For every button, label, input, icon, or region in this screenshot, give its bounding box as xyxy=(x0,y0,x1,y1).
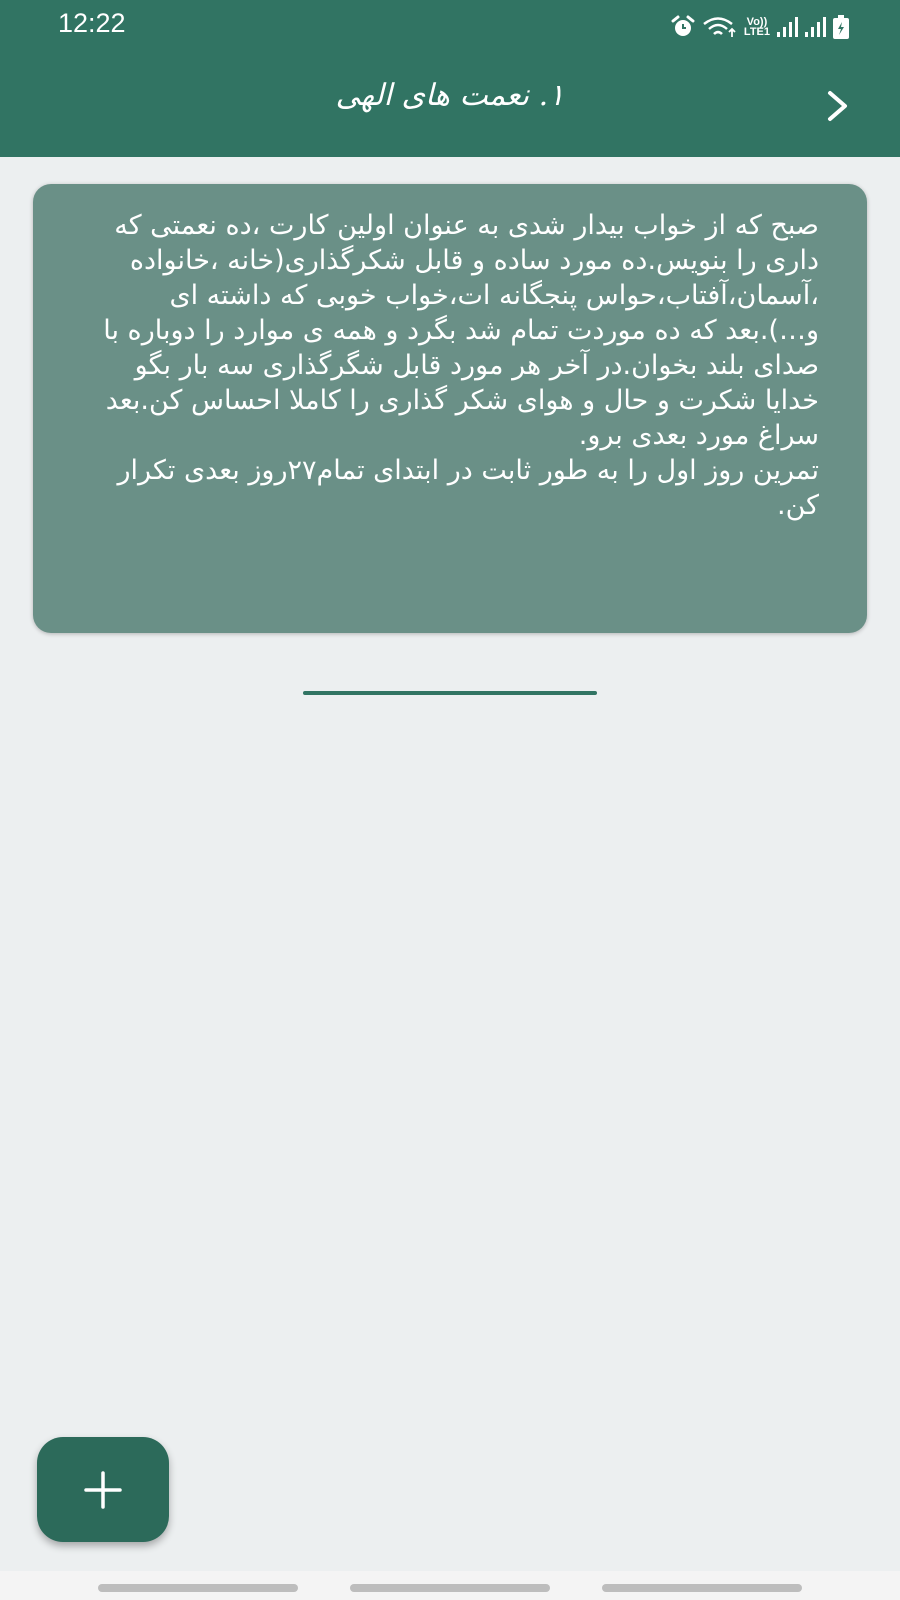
back-button[interactable] xyxy=(816,84,860,128)
plus-icon xyxy=(84,1470,122,1509)
divider xyxy=(303,691,597,695)
add-button[interactable] xyxy=(37,1437,169,1542)
status-time: 12:22 xyxy=(58,8,126,38)
nav-back-button[interactable] xyxy=(602,1584,802,1592)
instruction-text: صبح که از خواب بیدار شدی به عنوان اولین … xyxy=(103,210,819,521)
app-header: 12:22 Vo)) LTE1 ۱. نعمت های الهی xyxy=(0,0,900,157)
instruction-card: صبح که از خواب بیدار شدی به عنوان اولین … xyxy=(33,184,867,633)
volte-icon: Vo)) LTE1 xyxy=(743,16,770,38)
wifi-icon xyxy=(703,17,736,37)
nav-recents-button[interactable] xyxy=(98,1584,298,1592)
nav-home-button[interactable] xyxy=(350,1584,550,1592)
signal-icon-1 xyxy=(777,17,798,37)
status-icons: Vo)) LTE1 xyxy=(670,12,850,42)
signal-icon-2 xyxy=(805,17,826,37)
page-title: ۱. نعمت های الهی xyxy=(335,78,565,113)
battery-icon xyxy=(833,15,849,39)
system-nav-bar xyxy=(0,1571,900,1600)
alarm-icon xyxy=(671,15,695,36)
chevron-right-icon xyxy=(828,91,847,121)
